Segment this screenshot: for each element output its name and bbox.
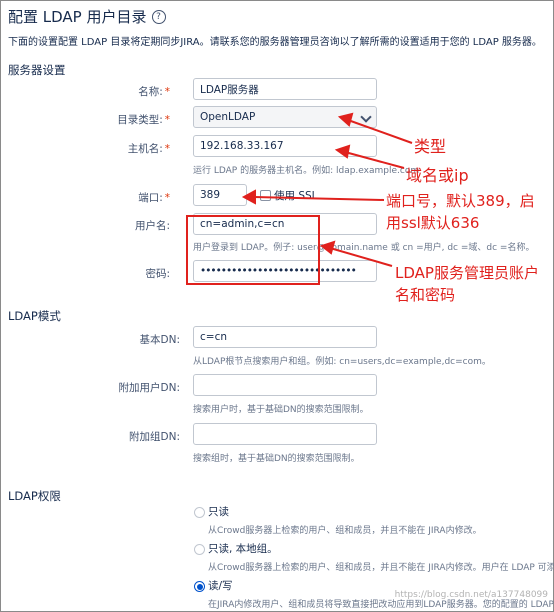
arrow-port [251,196,385,201]
annotation-admin-line2: 名和密码 [395,286,456,304]
arrow-type-head [337,112,354,127]
arrow-port-head [241,189,256,205]
arrow-hostname [344,151,405,169]
annotation-port-line2: 用ssl默认636 [386,214,480,232]
arrow-admin-head [319,240,336,255]
annotation-port-line1: 端口号，默认389，启 [386,192,535,210]
annotation-hostname: 域名或ip [406,166,469,185]
watermark: https://blog.csdn.net/a137748099 [394,590,548,600]
annotation-arrows [241,112,413,267]
arrow-type [347,119,413,144]
annotation-admin-line1: LDAP服务管理员账户 [395,264,539,282]
annotation-type: 类型 [414,137,447,156]
arrow-admin [329,247,393,267]
arrow-hostname-head [334,144,351,159]
